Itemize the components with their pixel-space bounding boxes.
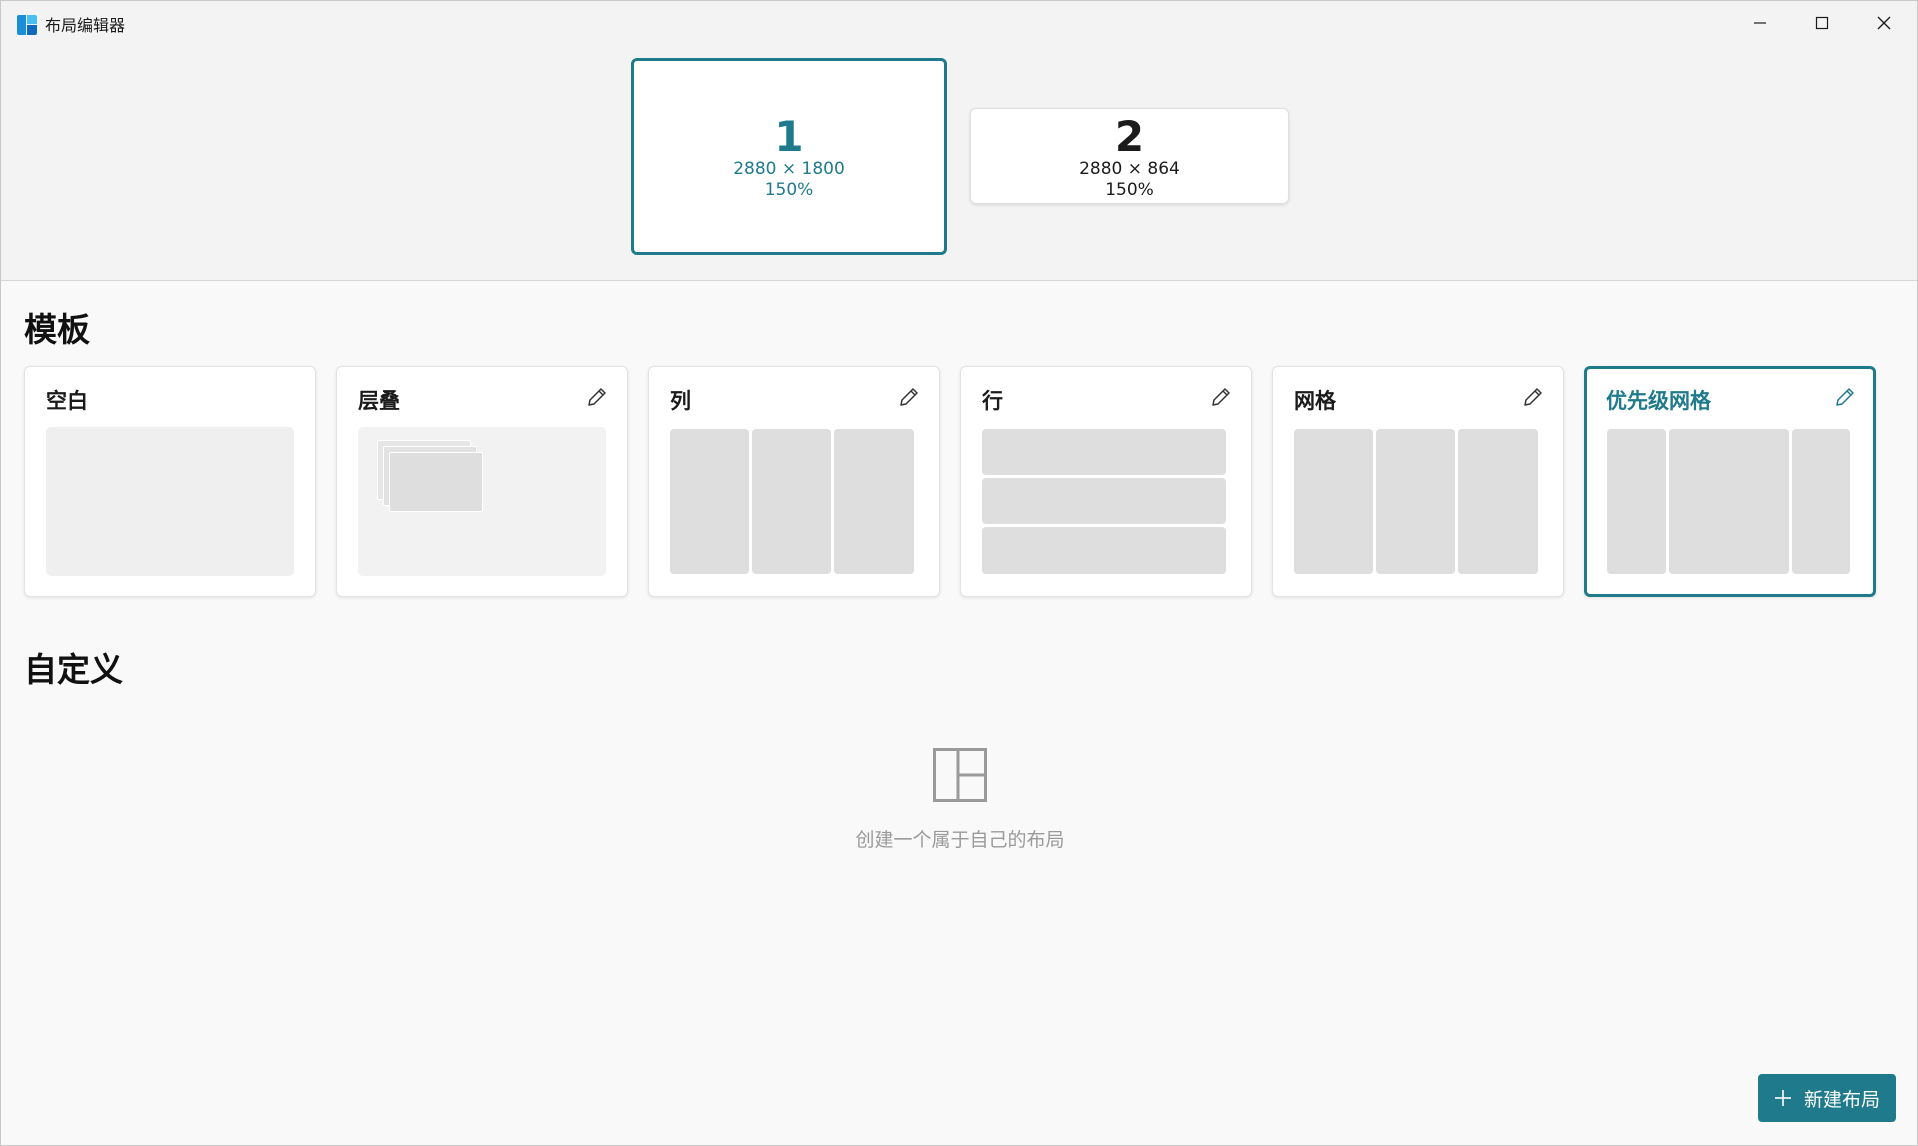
priority-zone bbox=[1792, 429, 1850, 574]
monitor-resolution: 2880 × 1800 bbox=[733, 159, 845, 179]
monitor-scale: 150% bbox=[764, 180, 814, 200]
template-label: 行 bbox=[982, 389, 1003, 413]
edit-pencil-icon[interactable] bbox=[1521, 385, 1545, 409]
template-preview bbox=[982, 427, 1230, 577]
close-icon bbox=[1877, 16, 1891, 30]
grid-zone bbox=[1376, 429, 1455, 574]
blank-preview-area bbox=[46, 427, 294, 576]
monitor-number: 2 bbox=[1114, 112, 1145, 161]
new-layout-label: 新建布局 bbox=[1803, 1088, 1880, 1111]
app-icon bbox=[17, 15, 37, 35]
template-card-blank[interactable]: 空白 bbox=[24, 366, 316, 597]
new-layout-button[interactable]: 新建布局 bbox=[1758, 1074, 1896, 1122]
maximize-icon bbox=[1815, 16, 1829, 30]
row-zone bbox=[982, 527, 1226, 574]
column-zone bbox=[834, 429, 914, 574]
grid-zone bbox=[1458, 429, 1538, 574]
template-label: 优先级网格 bbox=[1606, 389, 1711, 413]
stack-zone bbox=[389, 452, 483, 512]
template-label: 网格 bbox=[1294, 389, 1336, 413]
template-label: 空白 bbox=[46, 389, 88, 413]
minimize-icon bbox=[1754, 22, 1766, 24]
row-zone bbox=[982, 478, 1226, 524]
template-card-rows[interactable]: 行 bbox=[960, 366, 1252, 597]
empty-custom-message: 创建一个属于自己的布局 bbox=[855, 829, 1065, 851]
grid-zone bbox=[1294, 429, 1373, 574]
templates-heading: 模板 bbox=[24, 310, 90, 349]
close-button[interactable] bbox=[1853, 1, 1915, 45]
template-card-stack[interactable]: 层叠 bbox=[336, 366, 628, 597]
column-zone bbox=[752, 429, 831, 574]
minimize-button[interactable] bbox=[1729, 1, 1791, 45]
monitor-resolution: 2880 × 864 bbox=[1079, 159, 1180, 179]
edit-pencil-icon[interactable] bbox=[897, 385, 921, 409]
monitor-1[interactable]: 1 2880 × 1800 150% bbox=[631, 58, 947, 255]
monitor-2[interactable]: 2 2880 × 864 150% bbox=[970, 108, 1289, 204]
layout-editor-window: 布局编辑器 1 2880 × 1800 150% 2 2880 × 864 15… bbox=[0, 0, 1918, 1146]
template-card-grid[interactable]: 网格 bbox=[1272, 366, 1564, 597]
template-preview bbox=[46, 427, 294, 577]
template-card-priority-grid[interactable]: 优先级网格 bbox=[1584, 366, 1876, 597]
template-preview bbox=[1294, 427, 1542, 577]
plus-icon bbox=[1774, 1090, 1791, 1106]
monitor-scale: 150% bbox=[1105, 180, 1154, 200]
layout-icon bbox=[933, 748, 987, 802]
priority-zone bbox=[1607, 429, 1666, 574]
custom-heading: 自定义 bbox=[24, 650, 123, 689]
row-zone bbox=[982, 429, 1226, 475]
edit-pencil-icon[interactable] bbox=[585, 385, 609, 409]
edit-pencil-icon[interactable] bbox=[1209, 385, 1233, 409]
template-preview bbox=[670, 427, 918, 577]
template-preview bbox=[358, 427, 606, 577]
monitor-selection-area: 布局编辑器 1 2880 × 1800 150% 2 2880 × 864 15… bbox=[1, 1, 1917, 281]
column-zone bbox=[670, 429, 749, 574]
edit-pencil-icon[interactable] bbox=[1833, 385, 1857, 409]
template-label: 层叠 bbox=[358, 389, 400, 413]
priority-zone bbox=[1669, 429, 1789, 574]
monitor-number: 1 bbox=[774, 112, 804, 161]
window-title: 布局编辑器 bbox=[45, 16, 126, 35]
maximize-button[interactable] bbox=[1791, 1, 1853, 45]
template-label: 列 bbox=[670, 389, 691, 413]
template-preview bbox=[1606, 427, 1854, 577]
template-card-columns[interactable]: 列 bbox=[648, 366, 940, 597]
